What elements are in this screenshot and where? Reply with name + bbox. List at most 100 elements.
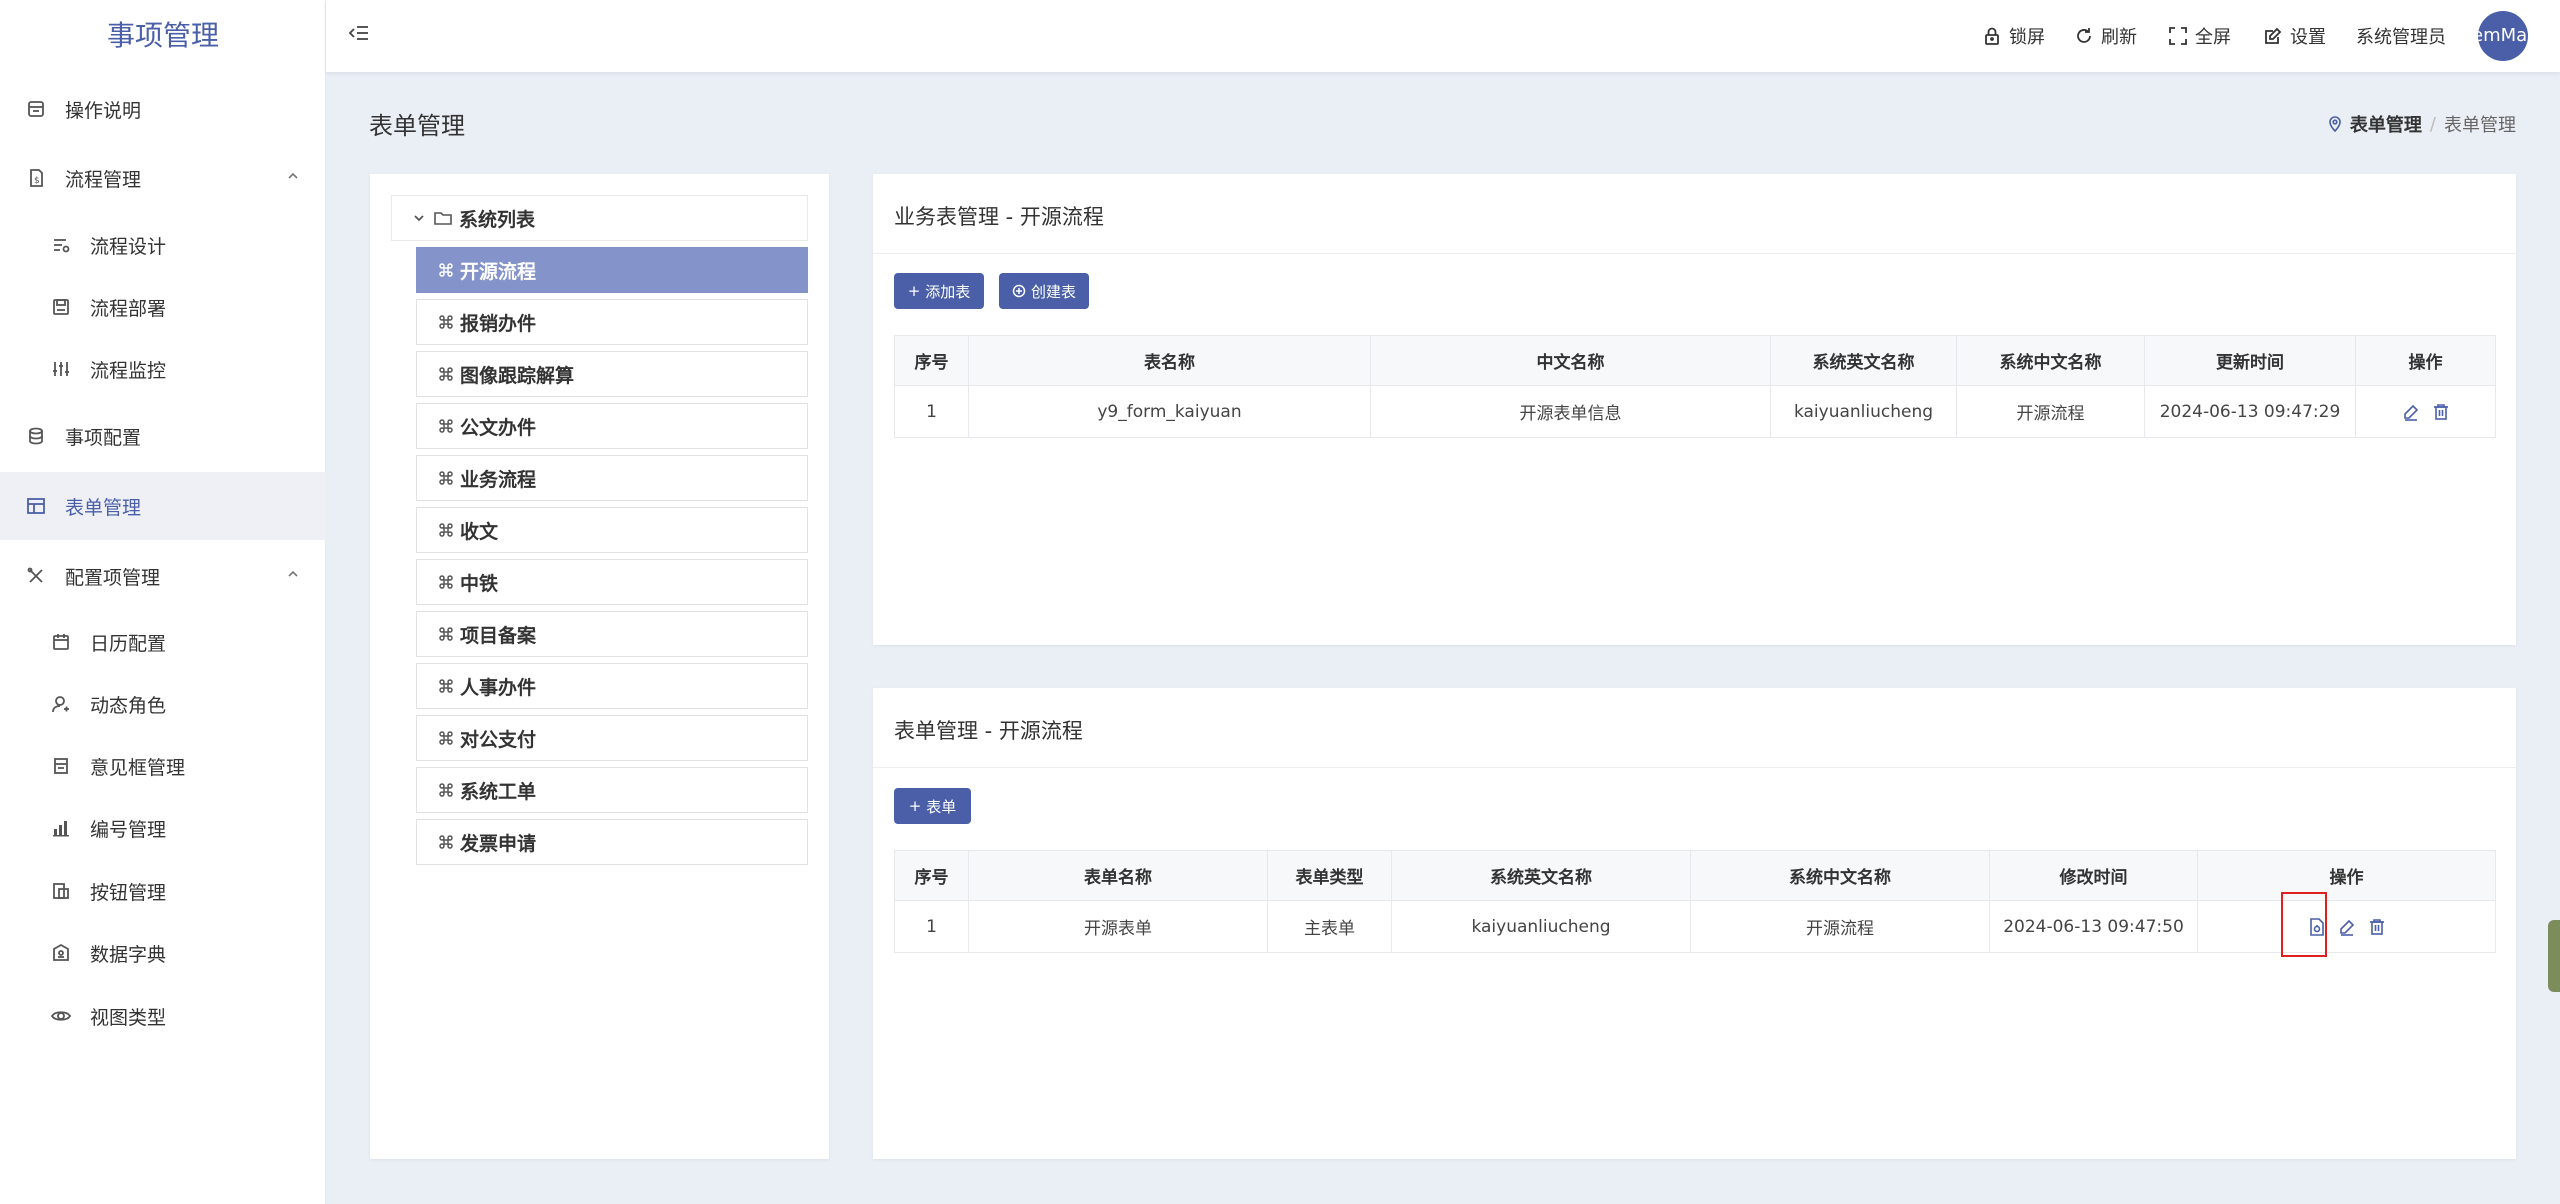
sidebar-item-process-design[interactable]: 流程设计 [0, 212, 326, 278]
highlight-box [2281, 892, 2327, 957]
process-icon: $ [23, 165, 49, 191]
user-name[interactable]: 系统管理员 [2356, 0, 2446, 72]
location-icon [2328, 116, 2342, 132]
table-cell: 开源流程 [1690, 900, 1990, 953]
fullscreen-button[interactable]: 全屏 [2168, 0, 2231, 72]
table-cell: 1 [894, 900, 969, 953]
calendar-icon [48, 629, 74, 655]
sidebar-item-buttons[interactable]: 按钮管理 [0, 858, 326, 924]
table-icon [23, 493, 49, 519]
sidebar-item-label: 动态角色 [90, 694, 167, 717]
sidebar-item-process-deploy[interactable]: 流程部署 [0, 274, 326, 340]
tools-icon [23, 563, 49, 589]
sidebar-item-label: 流程管理 [65, 168, 142, 191]
command-icon [438, 730, 454, 746]
tree-node[interactable]: 项目备案 [416, 611, 808, 657]
avatar[interactable]: emMan [2478, 11, 2528, 61]
tree-node[interactable]: 图像跟踪解算 [416, 351, 808, 397]
sidebar-item-process-mgmt[interactable]: $ 流程管理 [0, 145, 326, 211]
command-icon [438, 418, 454, 434]
tree-node[interactable]: 发票申请 [416, 819, 808, 865]
edit-icon[interactable] [2338, 918, 2356, 936]
sidebar-item-view-type[interactable]: 视图类型 [0, 983, 326, 1049]
tree-node[interactable]: 人事办件 [416, 663, 808, 709]
panel-title: 业务表管理 - 开源流程 [894, 205, 1104, 229]
divider [873, 253, 2516, 254]
database-icon [23, 423, 49, 449]
sidebar-item-config-mgmt[interactable]: 配置项管理 [0, 543, 326, 609]
breadcrumb-item: 表单管理 [2444, 115, 2516, 136]
tree-node[interactable]: 报销办件 [416, 299, 808, 345]
tree-node-label: 业务流程 [460, 468, 537, 491]
sidebar-item-manual[interactable]: 操作说明 [0, 76, 326, 142]
form-table: 序号 表单名称 表单类型 系统英文名称 系统中文名称 修改时间 操作 1 开源表单 主表单 kai… [894, 850, 2496, 953]
dictionary-icon [48, 940, 74, 966]
manual-icon [23, 96, 49, 122]
add-form-button[interactable]: + 表单 [894, 788, 971, 824]
breadcrumb-item[interactable]: 表单管理 [2350, 111, 2422, 137]
table-cell: kaiyuanliucheng [1770, 385, 1957, 438]
deploy-icon [48, 294, 74, 320]
panel-title: 表单管理 - 开源流程 [894, 719, 1083, 743]
tree-node[interactable]: 收文 [416, 507, 808, 553]
page-scrollbar[interactable] [2548, 920, 2560, 992]
delete-icon[interactable] [2368, 918, 2386, 936]
sidebar-item-comment-box[interactable]: 意见框管理 [0, 733, 326, 799]
menu-collapse-icon[interactable] [348, 22, 370, 44]
tree-node-label: 发票申请 [460, 832, 537, 855]
refresh-button[interactable]: 刷新 [2074, 0, 2137, 72]
column-header: 中文名称 [1370, 335, 1771, 386]
delete-icon[interactable] [2432, 403, 2450, 421]
sidebar-item-form-mgmt[interactable]: 表单管理 [0, 472, 326, 540]
tree-node[interactable]: 对公支付 [416, 715, 808, 761]
edit-icon[interactable] [2402, 403, 2420, 421]
tree-root[interactable]: 系统列表 [391, 195, 808, 241]
tree-node[interactable]: 中铁 [416, 559, 808, 605]
settings-icon [2263, 26, 2283, 46]
table-cell: 1 [894, 385, 969, 438]
command-icon [438, 626, 454, 642]
command-icon [438, 678, 454, 694]
sidebar-item-process-monitor[interactable]: 流程监控 [0, 336, 326, 402]
command-icon [438, 834, 454, 850]
tree-node[interactable]: 公文办件 [416, 403, 808, 449]
column-header: 更新时间 [2144, 335, 2356, 386]
column-header: 表单名称 [968, 850, 1268, 901]
settings-label: 设置 [2290, 27, 2326, 48]
table-cell: kaiyuanliucheng [1391, 900, 1691, 953]
breadcrumb-separator: / [2429, 113, 2436, 135]
tree-node-label: 项目备案 [460, 624, 537, 647]
table-cell: 2024-06-13 09:47:29 [2144, 385, 2356, 438]
divider [873, 767, 2516, 768]
sidebar-item-dictionary[interactable]: 数据字典 [0, 920, 326, 986]
column-header: 系统中文名称 [1956, 335, 2145, 386]
tree-root-label: 系统列表 [459, 208, 536, 231]
button-label: 创建表 [1030, 282, 1076, 301]
create-table-button[interactable]: 创建表 [999, 273, 1089, 309]
sidebar-item-label: 流程部署 [90, 297, 167, 320]
settings-button[interactable]: 设置 [2263, 0, 2326, 72]
lock-screen-button[interactable]: 锁屏 [1982, 0, 2045, 72]
sidebar-item-numbering[interactable]: 编号管理 [0, 795, 326, 861]
table-cell: 开源表单信息 [1370, 385, 1771, 438]
column-header: 操作 [2355, 335, 2496, 386]
chevron-up-icon [286, 169, 300, 183]
tree-node-label: 人事办件 [460, 676, 537, 699]
command-icon [438, 782, 454, 798]
eye-icon [48, 1003, 74, 1029]
column-header: 系统中文名称 [1690, 850, 1990, 901]
sidebar-item-calendar[interactable]: 日历配置 [0, 609, 326, 675]
chevron-down-icon[interactable] [412, 211, 426, 225]
sidebar-item-label: 按钮管理 [90, 881, 167, 904]
lock-label: 锁屏 [2009, 27, 2045, 48]
column-header: 系统英文名称 [1770, 335, 1957, 386]
column-header: 表单类型 [1267, 850, 1392, 901]
sidebar-item-dynamic-role[interactable]: 动态角色 [0, 671, 326, 737]
table-row: 1 y9_form_kaiyuan 开源表单信息 kaiyuanliucheng 开源流… [894, 385, 2496, 438]
add-table-button[interactable]: + 添加表 [894, 273, 984, 309]
tree-node[interactable]: 开源流程 [416, 247, 808, 293]
fullscreen-label: 全屏 [2195, 27, 2231, 48]
tree-node[interactable]: 业务流程 [416, 455, 808, 501]
tree-node[interactable]: 系统工单 [416, 767, 808, 813]
sidebar-item-item-config[interactable]: 事项配置 [0, 403, 326, 469]
